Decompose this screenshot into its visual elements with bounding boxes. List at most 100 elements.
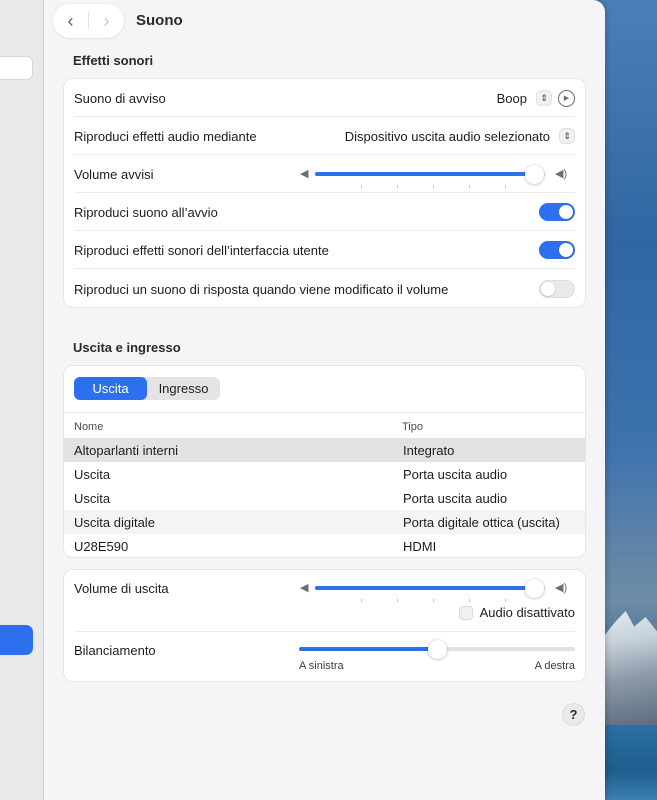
toggle-knob (559, 205, 573, 219)
balance-left-label: A sinistra (299, 660, 344, 672)
play-through-label: Riproduci effetti audio mediante (74, 128, 257, 144)
device-type: Porta uscita audio (403, 491, 508, 506)
speaker-low-icon: ◀ (300, 168, 309, 180)
titlebar: ‹ › Suono (44, 0, 605, 42)
slider-tick (433, 599, 434, 602)
tab-output[interactable]: Uscita (74, 377, 147, 400)
mute-checkbox[interactable] (458, 605, 473, 620)
balance-thumb[interactable] (428, 640, 447, 659)
slider-tick (505, 185, 506, 188)
startup-sound-row: Riproduci suono all’avvio (74, 193, 575, 231)
balance-slider[interactable] (299, 639, 577, 659)
window-title: Suono (136, 12, 183, 29)
column-header-name[interactable]: Nome (74, 421, 103, 433)
device-type: Porta digitale ottica (uscita) (403, 515, 560, 530)
play-alert-button[interactable]: ▶ (558, 89, 575, 107)
alert-sound-label: Suono di avviso (74, 90, 166, 106)
chevron-right-icon: › (103, 10, 110, 31)
alert-sound-popup[interactable]: Boop ⇕ (497, 90, 552, 106)
alert-volume-label: Volume avvisi (74, 166, 154, 182)
slider-tick (397, 599, 398, 602)
chevron-up-down-icon: ⇕ (559, 128, 575, 144)
slider-tick (469, 185, 470, 188)
output-volume-thumb[interactable] (525, 579, 544, 598)
device-name: U28E590 (74, 539, 129, 554)
wallpaper-mountain (600, 611, 657, 725)
help-icon: ? (569, 707, 578, 722)
device-type: Integrato (403, 443, 455, 458)
section-title-sound-effects: Effetti sonori (73, 53, 154, 68)
toggle-knob (541, 282, 555, 296)
ui-sounds-label: Riproduci effetti sonori dell’interfacci… (74, 242, 329, 258)
section-title-output-input: Uscita e ingresso (73, 340, 181, 355)
play-through-popup[interactable]: Dispositivo uscita audio selezionato ⇕ (345, 128, 575, 144)
alert-sound-value: Boop (496, 90, 527, 106)
output-volume-row: Volume di uscita ◀ ◀) (74, 570, 575, 606)
play-through-value: Dispositivo uscita audio selezionato (344, 128, 550, 144)
device-type: HDMI (403, 539, 437, 554)
tab-input[interactable]: Ingresso (147, 377, 220, 400)
output-volume-fill (315, 586, 534, 590)
table-row[interactable]: Uscita digitale Porta digitale ottica (u… (64, 510, 585, 534)
table-row[interactable]: Altoparlanti interni Integrato (64, 438, 585, 462)
forward-button[interactable]: › (89, 4, 124, 38)
alert-volume-thumb[interactable] (525, 165, 544, 184)
startup-sound-toggle[interactable] (539, 203, 575, 221)
alert-volume-fill (315, 172, 534, 176)
volume-feedback-label: Riproduci un suono di risposta quando vi… (74, 281, 449, 297)
output-volume-label: Volume di uscita (74, 580, 169, 596)
device-name: Uscita (74, 467, 111, 482)
device-name: Altoparlanti interni (74, 443, 179, 458)
balance-track (299, 640, 575, 659)
ui-sounds-toggle[interactable] (539, 241, 575, 259)
table-row[interactable]: Uscita Porta uscita audio (64, 486, 585, 510)
output-input-card: Uscita Ingresso Nome Tipo Altoparlanti i… (63, 365, 586, 558)
speaker-low-icon: ◀ (300, 582, 309, 594)
table-row[interactable]: Uscita Porta uscita audio (64, 462, 585, 486)
slider-tick (361, 185, 362, 188)
chevron-up-down-icon: ⇕ (536, 90, 552, 106)
volume-feedback-toggle[interactable] (539, 280, 575, 298)
output-volume-slider[interactable]: ◀ ◀) (300, 578, 575, 602)
ui-sounds-row: Riproduci effetti sonori dell’interfacci… (74, 231, 575, 269)
toggle-knob (559, 243, 573, 257)
device-type: Porta uscita audio (403, 467, 508, 482)
startup-sound-label: Riproduci suono all’avvio (74, 204, 218, 220)
balance-right-label: A destra (534, 660, 575, 672)
mute-checkbox-row: Audio disattivato (458, 605, 575, 620)
desktop-wallpaper (600, 0, 657, 800)
device-name: Uscita digitale (74, 515, 155, 530)
wallpaper-lake (600, 725, 657, 800)
device-table-header: Nome Tipo (64, 412, 585, 438)
slider-tick (397, 185, 398, 188)
sound-effects-card: Suono di avviso Boop ⇕ ▶ Riproduci effet… (63, 78, 586, 308)
help-button[interactable]: ? (562, 703, 585, 726)
sidebar-search-field[interactable] (0, 56, 33, 80)
output-volume-track (315, 579, 545, 602)
alert-sound-row: Suono di avviso Boop ⇕ ▶ (74, 79, 575, 117)
output-volume-card: Volume di uscita ◀ ◀) Audio disattivato (63, 569, 586, 682)
sidebar-selected-item[interactable] (0, 625, 33, 655)
slider-tick (361, 599, 362, 602)
speaker-high-icon: ◀) (555, 582, 568, 594)
settings-sidebar (0, 0, 44, 800)
balance-fill (299, 647, 437, 651)
alert-volume-row: Volume avvisi ◀ ◀) (74, 155, 575, 193)
play-through-row: Riproduci effetti audio mediante Disposi… (74, 117, 575, 155)
device-name: Uscita (74, 491, 111, 506)
mute-label: Audio disattivato (479, 605, 575, 620)
back-button[interactable]: ‹ (53, 4, 88, 38)
column-header-type[interactable]: Tipo (402, 421, 423, 433)
speaker-high-icon: ◀) (555, 168, 568, 180)
chevron-left-icon: ‹ (67, 10, 74, 31)
play-icon: ▶ (563, 95, 570, 102)
alert-volume-track (315, 165, 545, 188)
alert-volume-slider[interactable]: ◀ ◀) (300, 164, 575, 188)
slider-tick (433, 185, 434, 188)
output-input-segmented-control: Uscita Ingresso (74, 377, 220, 400)
table-row[interactable]: U28E590 HDMI (64, 534, 585, 557)
slider-tick (469, 599, 470, 602)
navigation-buttons: ‹ › (53, 4, 124, 38)
volume-feedback-row: Riproduci un suono di risposta quando vi… (74, 270, 575, 308)
slider-tick (505, 599, 506, 602)
